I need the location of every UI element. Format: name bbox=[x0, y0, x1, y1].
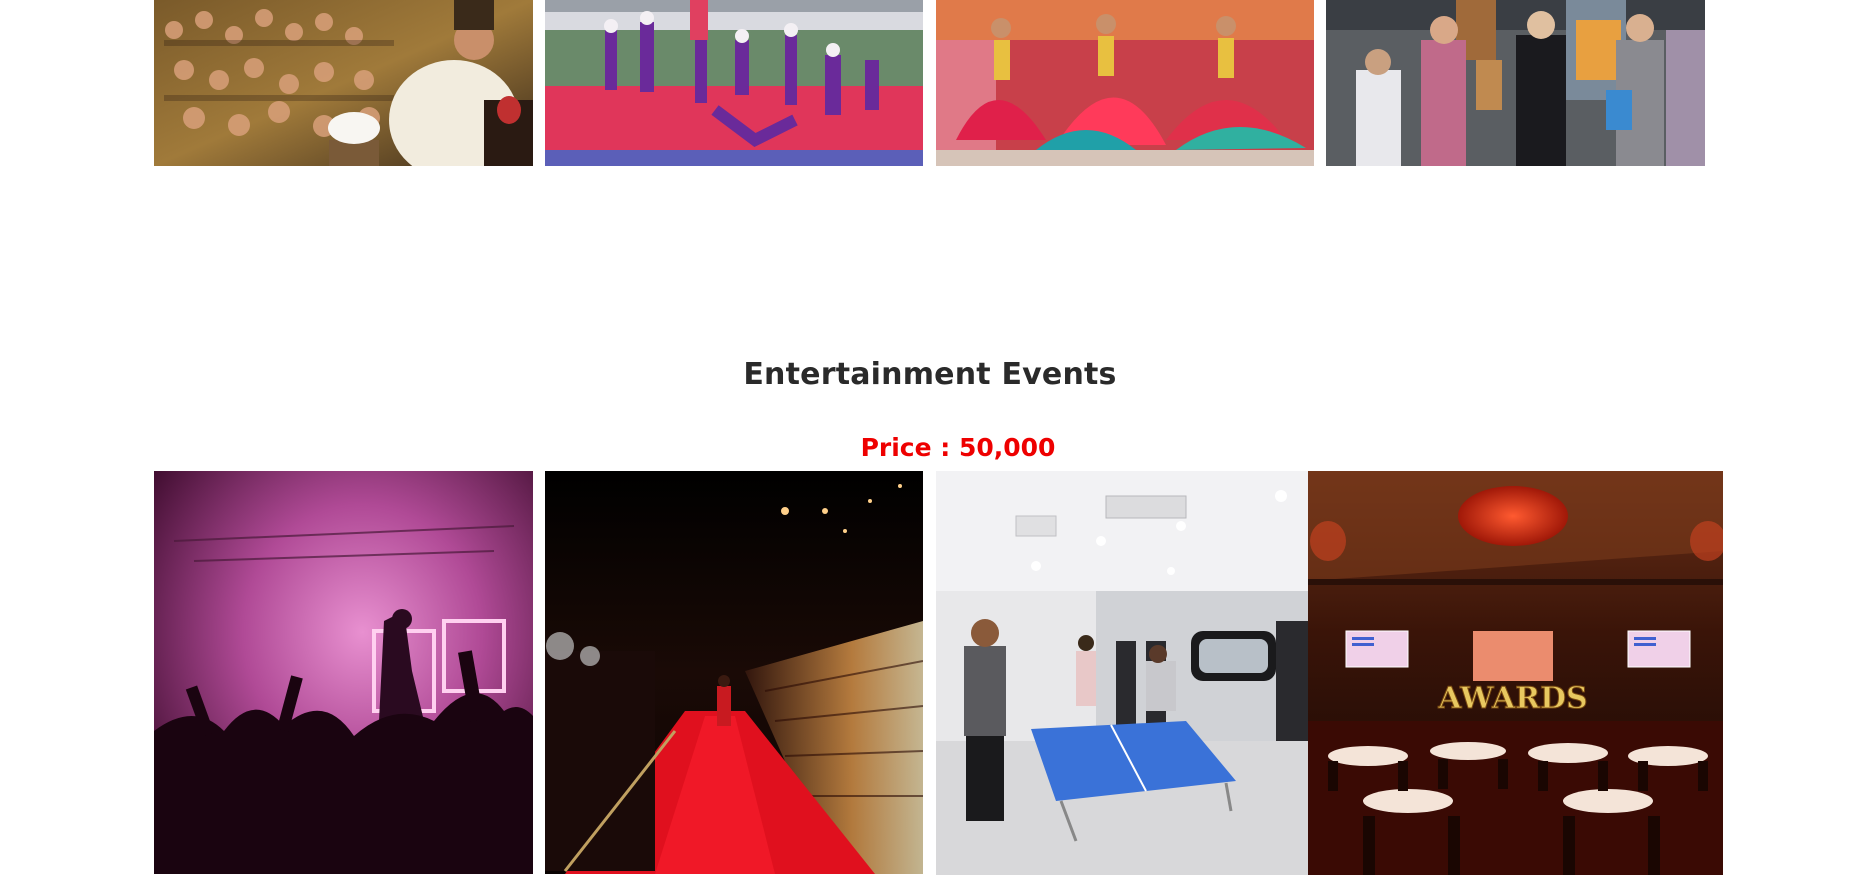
awards-night-photo: AWARDS bbox=[1308, 471, 1723, 875]
folk-dance-photo bbox=[936, 0, 1314, 166]
table-tennis-photo bbox=[936, 471, 1308, 875]
red-carpet-photo bbox=[545, 471, 923, 874]
page: Entertainment Events Price : 50,000 AWAR… bbox=[0, 0, 1872, 875]
crowd-performance-photo bbox=[154, 0, 533, 166]
awards-sign: AWARDS bbox=[1437, 681, 1587, 716]
price-label: Price : 50,000 bbox=[860, 433, 1056, 462]
gymnastics-photo bbox=[545, 0, 923, 166]
art-exhibition-photo bbox=[1326, 0, 1705, 166]
section-title: Entertainment Events bbox=[743, 357, 1117, 392]
concert-photo bbox=[154, 471, 533, 874]
